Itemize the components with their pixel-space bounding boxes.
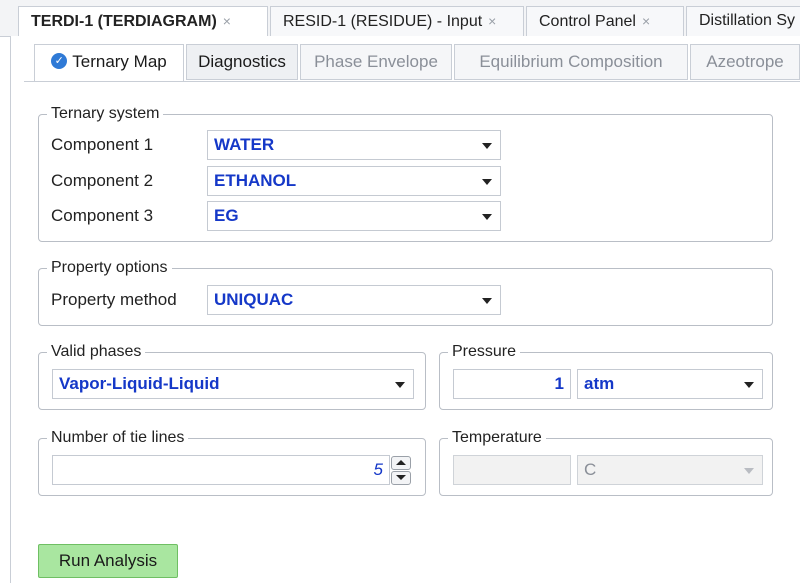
tab-label: Ternary Map	[72, 52, 167, 71]
close-icon[interactable]: ×	[642, 13, 650, 29]
property-method-select[interactable]: UNIQUAC	[207, 285, 501, 315]
spin-down-icon[interactable]	[391, 471, 411, 485]
spin-up-icon[interactable]	[391, 456, 411, 470]
temperature-unit-value: C	[584, 460, 597, 479]
tie-lines-stepper[interactable]	[391, 456, 411, 485]
ternary-system-title: Ternary system	[47, 104, 164, 124]
chevron-down-icon[interactable]	[482, 298, 492, 304]
chevron-down-icon[interactable]	[744, 382, 754, 388]
temperature-input	[453, 455, 571, 485]
tab-label: Diagnostics	[198, 52, 286, 71]
run-analysis-button[interactable]: Run Analysis	[38, 544, 178, 578]
temperature-unit-select: C	[577, 455, 763, 485]
temperature-title: Temperature	[448, 428, 546, 448]
component-1-label: Component 1	[51, 135, 154, 154]
doc-tab-distillation[interactable]: Distillation Sy	[686, 6, 800, 36]
doc-tab-resid[interactable]: RESID-1 (RESIDUE) - Input ×	[270, 6, 524, 36]
component-2-value: ETHANOL	[214, 171, 297, 190]
tab-azeotrope[interactable]: Azeotrope	[690, 44, 800, 80]
doc-tab-terdi[interactable]: TERDI-1 (TERDIAGRAM) ×	[18, 6, 268, 36]
doc-tab-control-panel[interactable]: Control Panel ×	[526, 6, 684, 36]
check-circle-icon: ✓	[51, 53, 68, 70]
component-2-select[interactable]: ETHANOL	[207, 166, 501, 196]
doc-tab-label: Control Panel	[539, 13, 636, 30]
pressure-title: Pressure	[448, 342, 521, 362]
property-method-label: Property method	[51, 290, 177, 309]
doc-tab-label: Distillation Sy	[699, 12, 796, 29]
tab-label: Phase Envelope	[314, 52, 438, 71]
component-3-select[interactable]: EG	[207, 201, 501, 231]
tie-lines-value: 5	[373, 460, 383, 479]
tab-ternary-map[interactable]: ✓ Ternary Map	[34, 44, 184, 82]
pressure-unit-select[interactable]: atm	[577, 369, 763, 399]
pressure-value: 1	[554, 374, 564, 393]
component-3-value: EG	[214, 206, 239, 225]
component-1-select[interactable]: WATER	[207, 130, 501, 160]
chevron-down-icon	[744, 468, 754, 474]
valid-phases-select[interactable]: Vapor-Liquid-Liquid	[52, 369, 414, 399]
sub-tab-divider	[24, 81, 800, 82]
valid-phases-title: Valid phases	[47, 342, 146, 362]
component-3-label: Component 3	[51, 206, 154, 225]
pressure-input[interactable]: 1	[453, 369, 571, 399]
pressure-unit-value: atm	[584, 374, 615, 393]
tab-label: Azeotrope	[706, 52, 784, 71]
tie-lines-input[interactable]: 5	[52, 455, 390, 485]
component-2-label: Component 2	[51, 171, 154, 190]
valid-phases-value: Vapor-Liquid-Liquid	[59, 374, 220, 393]
component-1-value: WATER	[214, 135, 275, 154]
property-options-title: Property options	[47, 258, 172, 278]
tab-phase-envelope[interactable]: Phase Envelope	[300, 44, 452, 80]
doc-tab-label: TERDI-1 (TERDIAGRAM)	[31, 13, 217, 30]
property-method-value: UNIQUAC	[214, 290, 294, 309]
tab-label: Equilibrium Composition	[479, 52, 663, 71]
document-tab-bar: TERDI-1 (TERDIAGRAM) × RESID-1 (RESIDUE) …	[0, 0, 800, 37]
close-icon[interactable]: ×	[223, 13, 231, 29]
tab-diagnostics[interactable]: Diagnostics	[186, 44, 298, 80]
tab-equilibrium-composition[interactable]: Equilibrium Composition	[454, 44, 688, 80]
chevron-down-icon[interactable]	[482, 179, 492, 185]
doc-tab-label: RESID-1 (RESIDUE) - Input	[283, 13, 483, 30]
chevron-down-icon[interactable]	[482, 214, 492, 220]
close-icon[interactable]: ×	[488, 13, 496, 29]
tie-lines-title: Number of tie lines	[47, 428, 189, 448]
chevron-down-icon[interactable]	[395, 382, 405, 388]
chevron-down-icon[interactable]	[482, 143, 492, 149]
